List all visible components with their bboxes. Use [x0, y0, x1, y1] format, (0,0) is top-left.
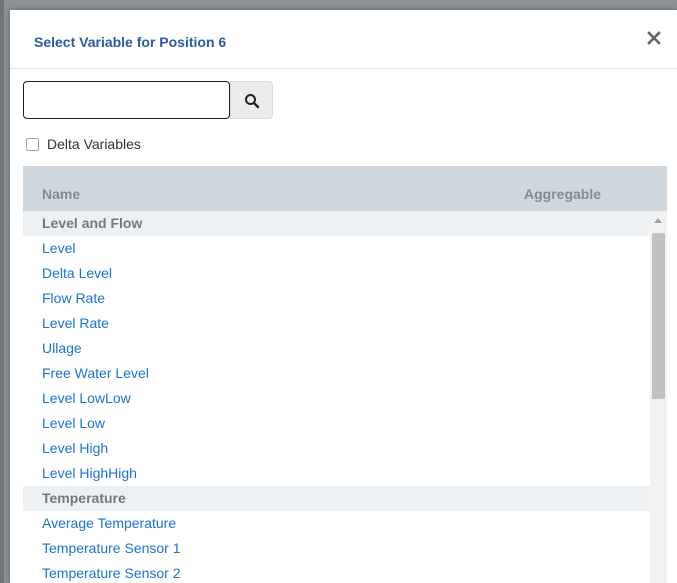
variable-row[interactable]: Level High [23, 436, 650, 461]
variable-row[interactable]: Delta Level [23, 261, 650, 286]
scroll-up-arrow-icon[interactable] [654, 218, 662, 223]
group-row: Temperature [23, 486, 650, 511]
variable-row[interactable]: Level HighHigh [23, 461, 650, 486]
variable-row[interactable]: Level [23, 236, 650, 261]
variable-row[interactable]: Temperature Sensor 2 [23, 561, 650, 583]
close-button[interactable] [645, 29, 665, 49]
table-body: Level and Flow Level Delta Level Flow Rate L… [23, 211, 650, 583]
variable-row[interactable]: Level LowLow [23, 386, 650, 411]
column-header-name[interactable]: Name [42, 186, 80, 202]
scrollbar-thumb[interactable] [652, 233, 665, 399]
backdrop-edge [0, 0, 4, 583]
group-row: Level and Flow [23, 211, 650, 236]
variables-table: Name Aggregable Level and Flow Level Delta… [23, 166, 667, 583]
search-icon [245, 94, 260, 109]
variable-row[interactable]: Temperature Sensor 1 [23, 536, 650, 561]
delta-variables-label: Delta Variables [47, 136, 141, 152]
dialog-header: Select Variable for Position 6 [10, 10, 677, 69]
search-input[interactable] [23, 81, 230, 119]
delta-variables-checkbox[interactable] [26, 137, 39, 151]
variable-row[interactable]: Average Temperature [23, 511, 650, 536]
variable-row[interactable]: Level Rate [23, 311, 650, 336]
dialog-title: Select Variable for Position 6 [34, 34, 227, 50]
close-icon [647, 31, 661, 45]
select-variable-dialog: Select Variable for Position 6 Delta Var… [10, 10, 677, 583]
vertical-scrollbar[interactable] [650, 211, 667, 583]
search-button[interactable] [230, 81, 273, 119]
variable-row[interactable]: Flow Rate [23, 286, 650, 311]
delta-variables-option[interactable]: Delta Variables [26, 135, 141, 153]
variable-row[interactable]: Level Low [23, 411, 650, 436]
variable-row[interactable]: Free Water Level [23, 361, 650, 386]
table-header: Name Aggregable [23, 166, 667, 211]
column-header-aggregable[interactable]: Aggregable [524, 186, 601, 202]
variable-row[interactable]: Ullage [23, 336, 650, 361]
